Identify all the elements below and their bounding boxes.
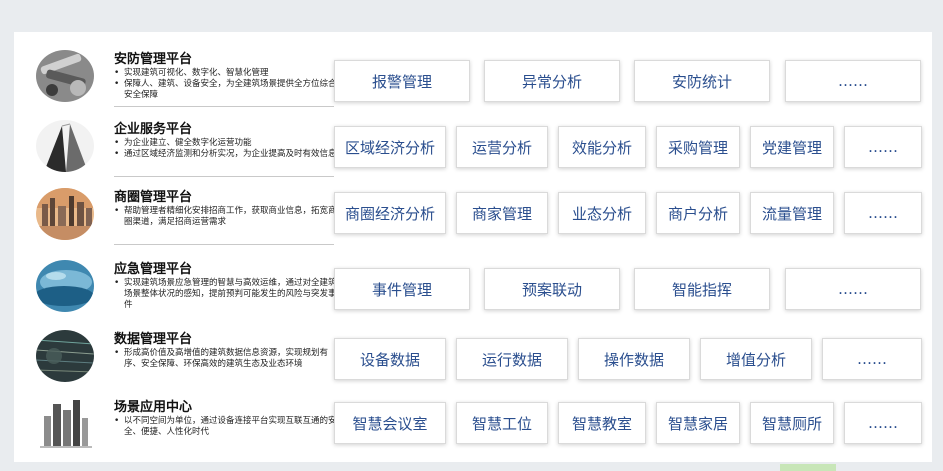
scenario-thumbnail-image [36,398,94,450]
data-thumbnail-image [36,330,94,382]
platform-row-business-district: 商圈管理平台 帮助管理者精细化安排招商工作，获取商业信息，拓宽商圈渠道，满足招商… [14,180,932,245]
platform-row-security: 安防管理平台 实现建筑可视化、数字化、智慧化管理 保障人、建筑、设备安全，为全建… [14,42,932,107]
tag-intelligent-command[interactable]: 智能指挥 [634,268,770,310]
platform-description: 帮助管理者精细化安排招商工作，获取商业信息，拓宽商圈渠道，满足招商运营需求 [114,206,338,228]
tag-incident-management[interactable]: 事件管理 [334,268,470,310]
platform-row-scenario: 场景应用中心 以不同空间为单位，通过设备连接平台实现互联互通的安全、便捷、人性化… [14,390,932,454]
tag-plan-linkage[interactable]: 预案联动 [484,268,620,310]
tag-more[interactable]: …… [822,338,922,380]
row-divider [114,176,334,177]
tag-more[interactable]: …… [844,192,922,234]
platform-description: 实现建筑场景应急管理的智慧与高效运维，通过对全建筑场景整体状况的感知，提前预判可… [114,278,338,311]
description-bullet: 实现建筑可视化、数字化、智慧化管理 [114,68,338,79]
tag-district-economy-analysis[interactable]: 商圈经济分析 [334,192,446,234]
platform-title: 场景应用中心 [114,400,193,415]
tag-smart-meeting-room[interactable]: 智慧会议室 [334,402,446,444]
description-bullet: 实现建筑场景应急管理的智慧与高效运维，通过对全建筑场景整体状况的感知，提前预判可… [114,278,338,311]
tag-merchant-management[interactable]: 商家管理 [456,192,548,234]
tag-smart-home[interactable]: 智慧家居 [656,402,740,444]
tag-tenant-analysis[interactable]: 商户分析 [656,192,740,234]
bottom-decoration [780,464,836,471]
tag-traffic-management[interactable]: 流量管理 [750,192,834,234]
tag-more[interactable]: …… [785,268,921,310]
tag-efficiency-analysis[interactable]: 效能分析 [558,126,646,168]
tag-business-format-analysis[interactable]: 业态分析 [558,192,646,234]
platform-description: 形成高价值及高增值的建筑数据信息资源，实现规划有序、安全保障、环保高效的建筑生态… [114,348,338,370]
description-bullet: 形成高价值及高增值的建筑数据信息资源，实现规划有序、安全保障、环保高效的建筑生态… [114,348,338,370]
platform-description: 以不同空间为单位，通过设备连接平台实现互联互通的安全、便捷、人性化时代 [114,416,338,438]
description-bullet: 保障人、建筑、设备安全，为全建筑场景提供全方位综合安全保障 [114,79,338,101]
description-bullet: 帮助管理者精细化安排招商工作，获取商业信息，拓宽商圈渠道，满足招商运营需求 [114,206,338,228]
tag-procurement-management[interactable]: 采购管理 [656,126,740,168]
tag-security-statistics[interactable]: 安防统计 [634,60,770,102]
platform-title: 商圈管理平台 [114,190,193,205]
platform-title: 数据管理平台 [114,332,193,347]
row-divider [114,106,334,107]
platform-overview-panel: 安防管理平台 实现建筑可视化、数字化、智慧化管理 保障人、建筑、设备安全，为全建… [14,32,932,462]
platform-row-enterprise: 企业服务平台 为企业建立、健全数字化运营功能 通过区域经济监测和分析实况，为企业… [14,112,932,177]
tag-smart-restroom[interactable]: 智慧厕所 [750,402,834,444]
emergency-thumbnail-image [36,260,94,312]
platform-title: 安防管理平台 [114,52,193,67]
tag-smart-workstation[interactable]: 智慧工位 [456,402,548,444]
business-district-thumbnail-image [36,188,94,240]
tag-operating-data[interactable]: 操作数据 [578,338,690,380]
platform-row-emergency: 应急管理平台 实现建筑场景应急管理的智慧与高效运维，通过对全建筑场景整体状况的感… [14,252,932,316]
tag-operation-analysis[interactable]: 运营分析 [456,126,548,168]
platform-description: 实现建筑可视化、数字化、智慧化管理 保障人、建筑、设备安全，为全建筑场景提供全方… [114,68,338,101]
tag-anomaly-analysis[interactable]: 异常分析 [484,60,620,102]
enterprise-thumbnail-image [36,120,94,172]
platform-title: 应急管理平台 [114,262,193,277]
tag-alarm-management[interactable]: 报警管理 [334,60,470,102]
description-bullet: 通过区域经济监测和分析实况，为企业提高及时有效信息 [114,149,338,160]
tag-party-building-management[interactable]: 党建管理 [750,126,834,168]
tag-more[interactable]: …… [844,126,922,168]
security-thumbnail-image [36,50,94,102]
tag-smart-classroom[interactable]: 智慧教室 [558,402,646,444]
tag-operation-data[interactable]: 运行数据 [456,338,568,380]
platform-description: 为企业建立、健全数字化运营功能 通过区域经济监测和分析实况，为企业提高及时有效信… [114,138,338,160]
tag-value-added-analysis[interactable]: 增值分析 [700,338,812,380]
tag-more[interactable]: …… [785,60,921,102]
tag-regional-economy-analysis[interactable]: 区域经济分析 [334,126,446,168]
platform-title: 企业服务平台 [114,122,193,137]
tag-device-data[interactable]: 设备数据 [334,338,446,380]
description-bullet: 以不同空间为单位，通过设备连接平台实现互联互通的安全、便捷、人性化时代 [114,416,338,438]
row-divider [114,244,334,245]
tag-more[interactable]: …… [844,402,922,444]
description-bullet: 为企业建立、健全数字化运营功能 [114,138,338,149]
platform-row-data: 数据管理平台 形成高价值及高增值的建筑数据信息资源，实现规划有序、安全保障、环保… [14,322,932,386]
